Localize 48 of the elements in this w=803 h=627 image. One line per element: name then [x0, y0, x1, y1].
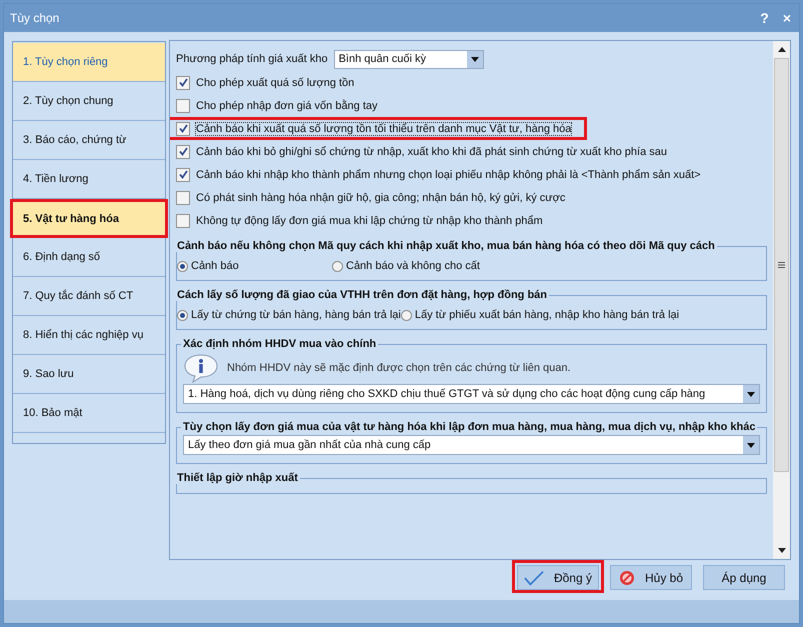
dropdown-arrow-icon — [747, 392, 755, 396]
checkmark-icon — [524, 570, 544, 586]
checkbox[interactable] — [176, 168, 190, 182]
info-icon — [183, 353, 219, 383]
cancel-button[interactable]: Hủy bỏ — [610, 565, 692, 590]
sidebar-item[interactable]: 5. Vật tư hàng hóa — [10, 199, 168, 238]
radio-button[interactable] — [177, 260, 188, 272]
dropdown-arrow-icon — [747, 442, 755, 448]
radio-button[interactable] — [400, 310, 412, 320]
costing-dropdown[interactable]: Bình quân cuối kỳ — [334, 50, 484, 68]
radio-label: Cảnh báo — [191, 260, 239, 272]
field-label: Phương pháp tính giá xuất kho — [176, 53, 328, 65]
radio-label: Lấy từ phiếu xuất bán hàng, nhập kho hàng bán trả lại — [414, 309, 680, 321]
group-title: Tùy chọn lấy đơn giá mua của vật tư hàng hóa khi lập đơn mua hàng, mua hàng, mua dịch vụ, nhập kho khác — [182, 421, 756, 433]
scroll-up-icon[interactable] — [778, 47, 786, 52]
scrollbar[interactable] — [773, 41, 790, 559]
checkbox-label: Không tự động lấy đơn giá mua khi lập chứng từ nhập kho thành phẩm — [196, 214, 543, 226]
window-title: Tùy chọn — [10, 11, 60, 25]
checkbox-label: Cho phép nhập đơn giá vốn bằng tay — [196, 100, 378, 112]
checkbox[interactable] — [176, 76, 190, 90]
group-title: Cách lấy số lượng đã giao của VTHH trên đơn đặt hàng, hợp đồng bán — [176, 289, 548, 301]
scroll-down-icon[interactable] — [778, 548, 786, 553]
checkbox[interactable] — [176, 98, 190, 112]
checkbox[interactable] — [176, 144, 190, 158]
prohibited-icon — [618, 570, 635, 586]
ok-button[interactable]: Đồng ý — [517, 565, 599, 590]
group-dropdown[interactable]: 1. Hàng hoá, dịch vụ dùng riêng cho SXKD chịu thuế GTGT và sử dụng cho các hoạt động cung cấp hàng — [183, 384, 760, 404]
apply-button[interactable]: Áp dụng — [703, 565, 785, 590]
group-title: Cảnh báo nếu không chọn Mã quy cách khi nhập xuất kho, mua bán hàng hóa có theo dõi Mã quy cách — [176, 240, 716, 252]
checkbox-label: Cảnh báo khi bỏ ghi/ghi sổ chứng từ nhập, xuất kho khi đã phát sinh chứng từ xuất kho phía sau — [196, 146, 667, 158]
checkbox[interactable] — [176, 214, 190, 228]
checkbox-label: Cho phép xuất quá số lượng tồn — [196, 76, 354, 88]
checkbox-label: Cảnh báo khi nhập kho thành phẩm nhưng chọn loại phiếu nhập không phải là <Thành phẩm sản xuất> — [196, 168, 701, 180]
radio-button[interactable] — [177, 310, 188, 320]
checkbox[interactable] — [176, 122, 190, 136]
group-title: Thiết lập giờ nhập xuất — [176, 472, 299, 484]
scroll-thumb[interactable] — [774, 58, 789, 472]
checkbox-label: Có phát sinh hàng hóa nhận giữ hộ, gia công; nhận bán hộ, ký gửi, ký cược — [196, 192, 566, 204]
dropdown-arrow-icon — [470, 56, 479, 62]
radio-label: Lấy từ chứng từ bán hàng, hàng bán trả lại — [191, 309, 401, 321]
group-title: Xác định nhóm HHDV mua vào chính — [182, 338, 378, 350]
group-dropdown[interactable]: Lấy theo đơn giá mua gần nhất của nhà cung cấp — [183, 435, 760, 455]
sidebar-item[interactable]: 1. Tùy chọn riêng — [13, 43, 165, 82]
info-text: Nhóm HHDV này sẽ mặc định được chọn trên các chứng từ liên quan. — [227, 362, 571, 374]
checkbox-label: Cảnh báo khi xuất quá số lượng tồn tối thiểu trên danh mục Vật tư, hàng hóa — [196, 122, 572, 134]
radio-button[interactable] — [332, 260, 343, 272]
radio-label: Cảnh báo và không cho cất — [346, 260, 480, 272]
checkbox[interactable] — [176, 190, 190, 204]
